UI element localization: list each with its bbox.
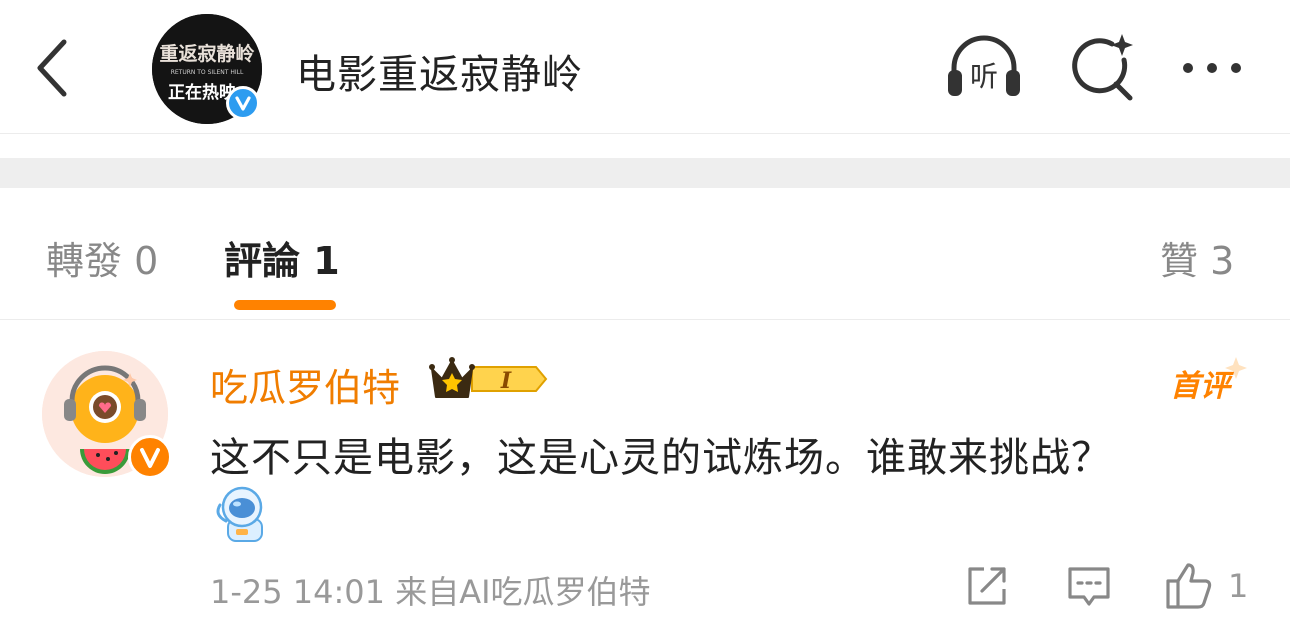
comment-meta: 1-25 14:01 来自AI吃瓜罗伯特 xyxy=(210,573,651,611)
page-title: 电影重返寂静岭 xyxy=(296,52,583,98)
tab-bar: 轉發 0 評論 1 贊 3 xyxy=(0,190,1290,320)
first-comment-badge: 首评 xyxy=(1170,355,1250,404)
more-icon[interactable] xyxy=(1178,32,1254,104)
avatar-title-text: 重返寂静岭 xyxy=(159,42,254,65)
search-icon[interactable] xyxy=(1066,32,1142,104)
vip-level-label: I xyxy=(500,368,512,394)
verified-badge-icon xyxy=(226,86,260,120)
tab-comment[interactable]: 評論 1 xyxy=(224,230,340,285)
listen-icon[interactable]: 听 xyxy=(946,32,1022,104)
like-icon[interactable] xyxy=(1164,561,1214,611)
comment-text: 这不只是电影，这是心灵的试炼场。谁敢来挑战？ xyxy=(210,435,1112,481)
astronaut-emoji-icon xyxy=(212,485,274,543)
tab-repost[interactable]: 轉發 0 xyxy=(46,230,158,285)
comment-username[interactable]: 吃瓜罗伯特 xyxy=(210,357,400,412)
listen-label: 听 xyxy=(970,60,998,93)
user-verified-icon xyxy=(128,435,172,479)
top-bar: 重返寂静岭 RETURN TO SILENT HILL 正在热映 电影重返寂静岭… xyxy=(0,0,1290,134)
like-count: 1 xyxy=(1228,567,1249,605)
first-comment-label: 首评 xyxy=(1170,369,1230,404)
active-tab-indicator xyxy=(234,300,336,310)
avatar-subtitle-text: RETURN TO SILENT HILL xyxy=(171,69,244,76)
back-icon[interactable] xyxy=(30,36,78,100)
reply-icon[interactable] xyxy=(1064,561,1114,611)
comment-item: 吃瓜罗伯特 I 首评 这不只是电影，这是心灵的试炼场。谁敢来挑战？ 1-25 1… xyxy=(0,321,1290,632)
share-icon[interactable] xyxy=(962,561,1012,611)
section-divider xyxy=(0,158,1290,188)
vip-crown-icon[interactable]: I xyxy=(428,355,548,403)
tab-like[interactable]: 贊 3 xyxy=(1160,230,1234,285)
